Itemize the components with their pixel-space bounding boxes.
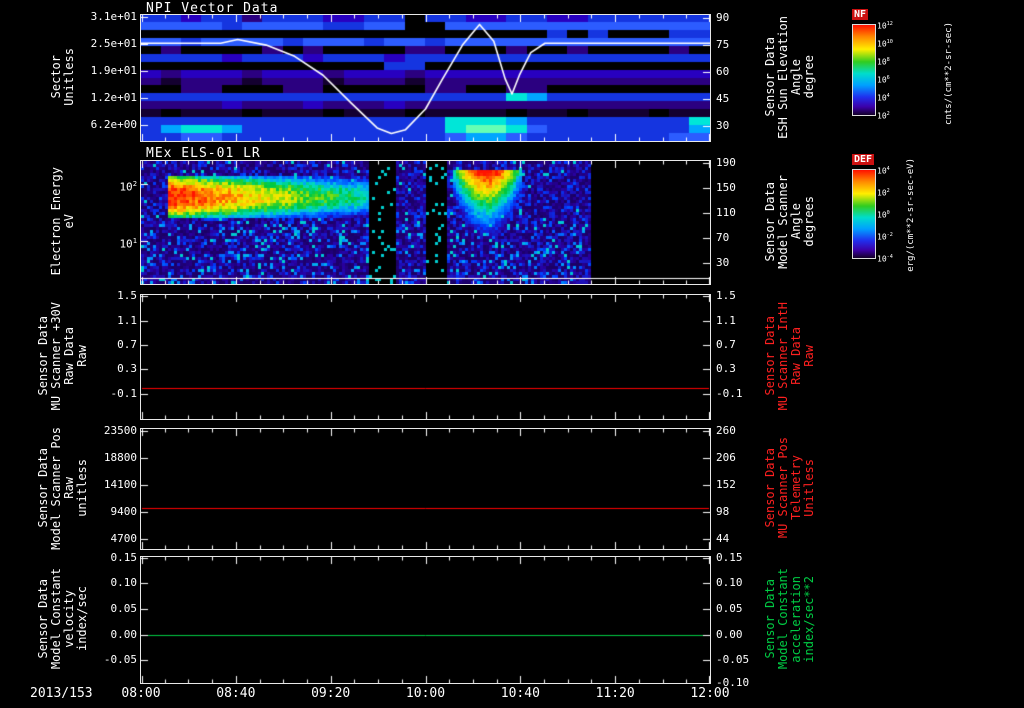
y-tick-label: 260 bbox=[716, 424, 736, 438]
y-tick-label: 23500 bbox=[103, 424, 137, 438]
y-tick-label: 110 bbox=[716, 206, 736, 220]
y-tick-label: 14100 bbox=[103, 478, 137, 492]
right-axis-label-line: Raw bbox=[802, 345, 816, 367]
y-tick-label: 150 bbox=[716, 181, 736, 195]
y-tick-label: 0.15 bbox=[110, 551, 138, 564]
panel-canvas-model-constant bbox=[141, 557, 710, 683]
colorbar-tick-label: 102 bbox=[877, 188, 890, 198]
right-axis-label-line: degrees bbox=[802, 196, 816, 247]
colorbar-nf-units-text: cnts/(cm**2-sr-sec) bbox=[944, 21, 954, 125]
panel-canvas-npi bbox=[141, 15, 710, 141]
y-tick-label: 90 bbox=[716, 11, 730, 25]
y-tick-label: 152 bbox=[716, 478, 736, 492]
y-tick-label: 30 bbox=[716, 119, 730, 132]
y-tick-label: 4700 bbox=[110, 532, 138, 546]
colorbar-nf-units: cnts/(cm**2-sr-sec) bbox=[944, 12, 954, 134]
y-tick-label: -0.1 bbox=[110, 386, 138, 400]
x-tick-label: 10:00 bbox=[405, 686, 446, 701]
y-tick-label: 1.9e+01 bbox=[90, 63, 137, 77]
y-tick-label: 1.1 bbox=[716, 313, 736, 327]
y-tick-label: 0.00 bbox=[716, 627, 743, 641]
colorbar-tick-label: 1012 bbox=[877, 21, 893, 31]
y-tick-label: 30 bbox=[716, 255, 730, 269]
x-axis-date-label: 2013/153 bbox=[30, 686, 93, 701]
colorbar-tick-label: 100 bbox=[877, 210, 890, 220]
panel-canvas-els bbox=[141, 161, 710, 284]
right-axis-label-line: index/sec**2 bbox=[802, 575, 816, 663]
y-tick-label: 0.7 bbox=[716, 338, 736, 352]
y-axis-label-mu-scanner-30v: Sensor Data MU Scanner +30V Raw Data Raw bbox=[20, 294, 106, 418]
x-tick-label: 09:20 bbox=[311, 686, 351, 701]
panel-canvas-scanner-pos bbox=[141, 429, 710, 549]
y-tick-label: 18800 bbox=[103, 451, 137, 465]
y-axis-label-line: index/sec bbox=[75, 586, 89, 652]
right-axis-label-line: Unitless bbox=[802, 459, 816, 517]
y-tick-label: 98 bbox=[716, 505, 730, 519]
y-tick-label: 0.00 bbox=[110, 627, 138, 641]
right-axis-label-line: degree bbox=[802, 55, 816, 99]
colorbar-tick-label: 10-2 bbox=[877, 232, 893, 242]
y-tick-label: 1.2e+01 bbox=[90, 91, 137, 105]
colorbar-nf bbox=[852, 24, 876, 116]
y-tick-label: 9400 bbox=[110, 505, 138, 519]
colorbar-def-units-text: erg/(cm**2-sr-sec-eV) bbox=[906, 158, 916, 272]
y-tick-label: 206 bbox=[716, 451, 736, 465]
y-tick-label: 102 bbox=[119, 179, 137, 195]
y-tick-label: 0.10 bbox=[110, 575, 138, 589]
y-tick-label: 70 bbox=[716, 230, 730, 244]
y-tick-label: 60 bbox=[716, 64, 730, 78]
y-tick-label: -0.05 bbox=[716, 652, 750, 666]
right-axis-label-els: Sensor Data Model Scanner Angle degrees bbox=[744, 160, 836, 283]
right-axis-label-scanner-pos: Sensor Data MU Scanner Pos Telemetry Unitle… bbox=[744, 428, 836, 548]
x-tick-label: 10:40 bbox=[500, 686, 540, 701]
y-tick-label: 6.2e+00 bbox=[90, 117, 137, 131]
panel-title-els: MEx ELS-01 LR bbox=[146, 146, 261, 161]
x-tick-label: 08:40 bbox=[216, 686, 256, 701]
y-tick-label: 0.10 bbox=[716, 575, 743, 589]
y-tick-label: -0.1 bbox=[716, 386, 743, 400]
y-tick-label: 1.5 bbox=[117, 289, 137, 303]
panel-els bbox=[140, 160, 711, 285]
colorbar-nf-label: NF bbox=[852, 9, 869, 20]
colorbar-tick-label: 10-4 bbox=[877, 254, 893, 264]
y-tick-label: 1.5 bbox=[716, 289, 736, 303]
tplot-window: NPI Vector Data MEx ELS-01 LR 2013/153 N… bbox=[0, 0, 1024, 708]
colorbar-def-units: erg/(cm**2-sr-sec-eV) bbox=[906, 158, 916, 272]
y-tick-label: 0.05 bbox=[110, 602, 138, 616]
colorbar-tick-label: 102 bbox=[877, 111, 890, 121]
y-tick-label: 3.1e+01 bbox=[90, 10, 137, 24]
colorbar-def bbox=[852, 169, 876, 259]
y-tick-label: 45 bbox=[716, 92, 730, 106]
right-axis-label-npi: Sensor Data ESH Sun Elevation Angle degree bbox=[744, 14, 836, 140]
x-tick-label: 08:00 bbox=[121, 686, 161, 701]
panel-mu-scanner-30v bbox=[140, 294, 711, 420]
y-tick-label: 101 bbox=[119, 235, 137, 251]
y-tick-label: 190 bbox=[716, 155, 736, 169]
y-tick-label: 0.15 bbox=[716, 551, 743, 564]
panel-npi bbox=[140, 14, 711, 142]
colorbar-tick-label: 106 bbox=[877, 75, 890, 85]
y-tick-label: 0.05 bbox=[716, 602, 743, 616]
panel-scanner-pos bbox=[140, 428, 711, 550]
right-axis-label-model-constant: Sensor Data Model Constant acceleration ind… bbox=[744, 556, 836, 682]
colorbar-tick-label: 1010 bbox=[877, 39, 893, 49]
colorbar-tick-label: 108 bbox=[877, 57, 890, 67]
y-tick-label: 1.1 bbox=[117, 313, 137, 327]
colorbar-tick-label: 104 bbox=[877, 93, 890, 103]
x-tick-label: 11:20 bbox=[595, 686, 635, 701]
y-tick-label: 2.5e+01 bbox=[90, 36, 137, 50]
panel-canvas-mu-scanner-30v bbox=[141, 295, 710, 419]
x-tick-label: 12:00 bbox=[690, 686, 730, 701]
y-tick-label: 75 bbox=[716, 37, 730, 51]
right-axis-label-mu-scanner-30v: Sensor Data MU Scanner IntH Raw Data Raw bbox=[744, 294, 836, 418]
y-tick-label: 0.3 bbox=[716, 362, 736, 376]
y-tick-label: 0.7 bbox=[117, 338, 137, 352]
panel-model-constant bbox=[140, 556, 711, 684]
y-axis-label-line: eV bbox=[62, 214, 76, 229]
y-tick-label: -0.05 bbox=[103, 652, 137, 666]
colorbar-def-label: DEF bbox=[852, 154, 875, 165]
y-tick-label: 0.3 bbox=[117, 362, 137, 376]
y-tick-label: 44 bbox=[716, 532, 730, 546]
colorbar-tick-label: 104 bbox=[877, 166, 890, 176]
